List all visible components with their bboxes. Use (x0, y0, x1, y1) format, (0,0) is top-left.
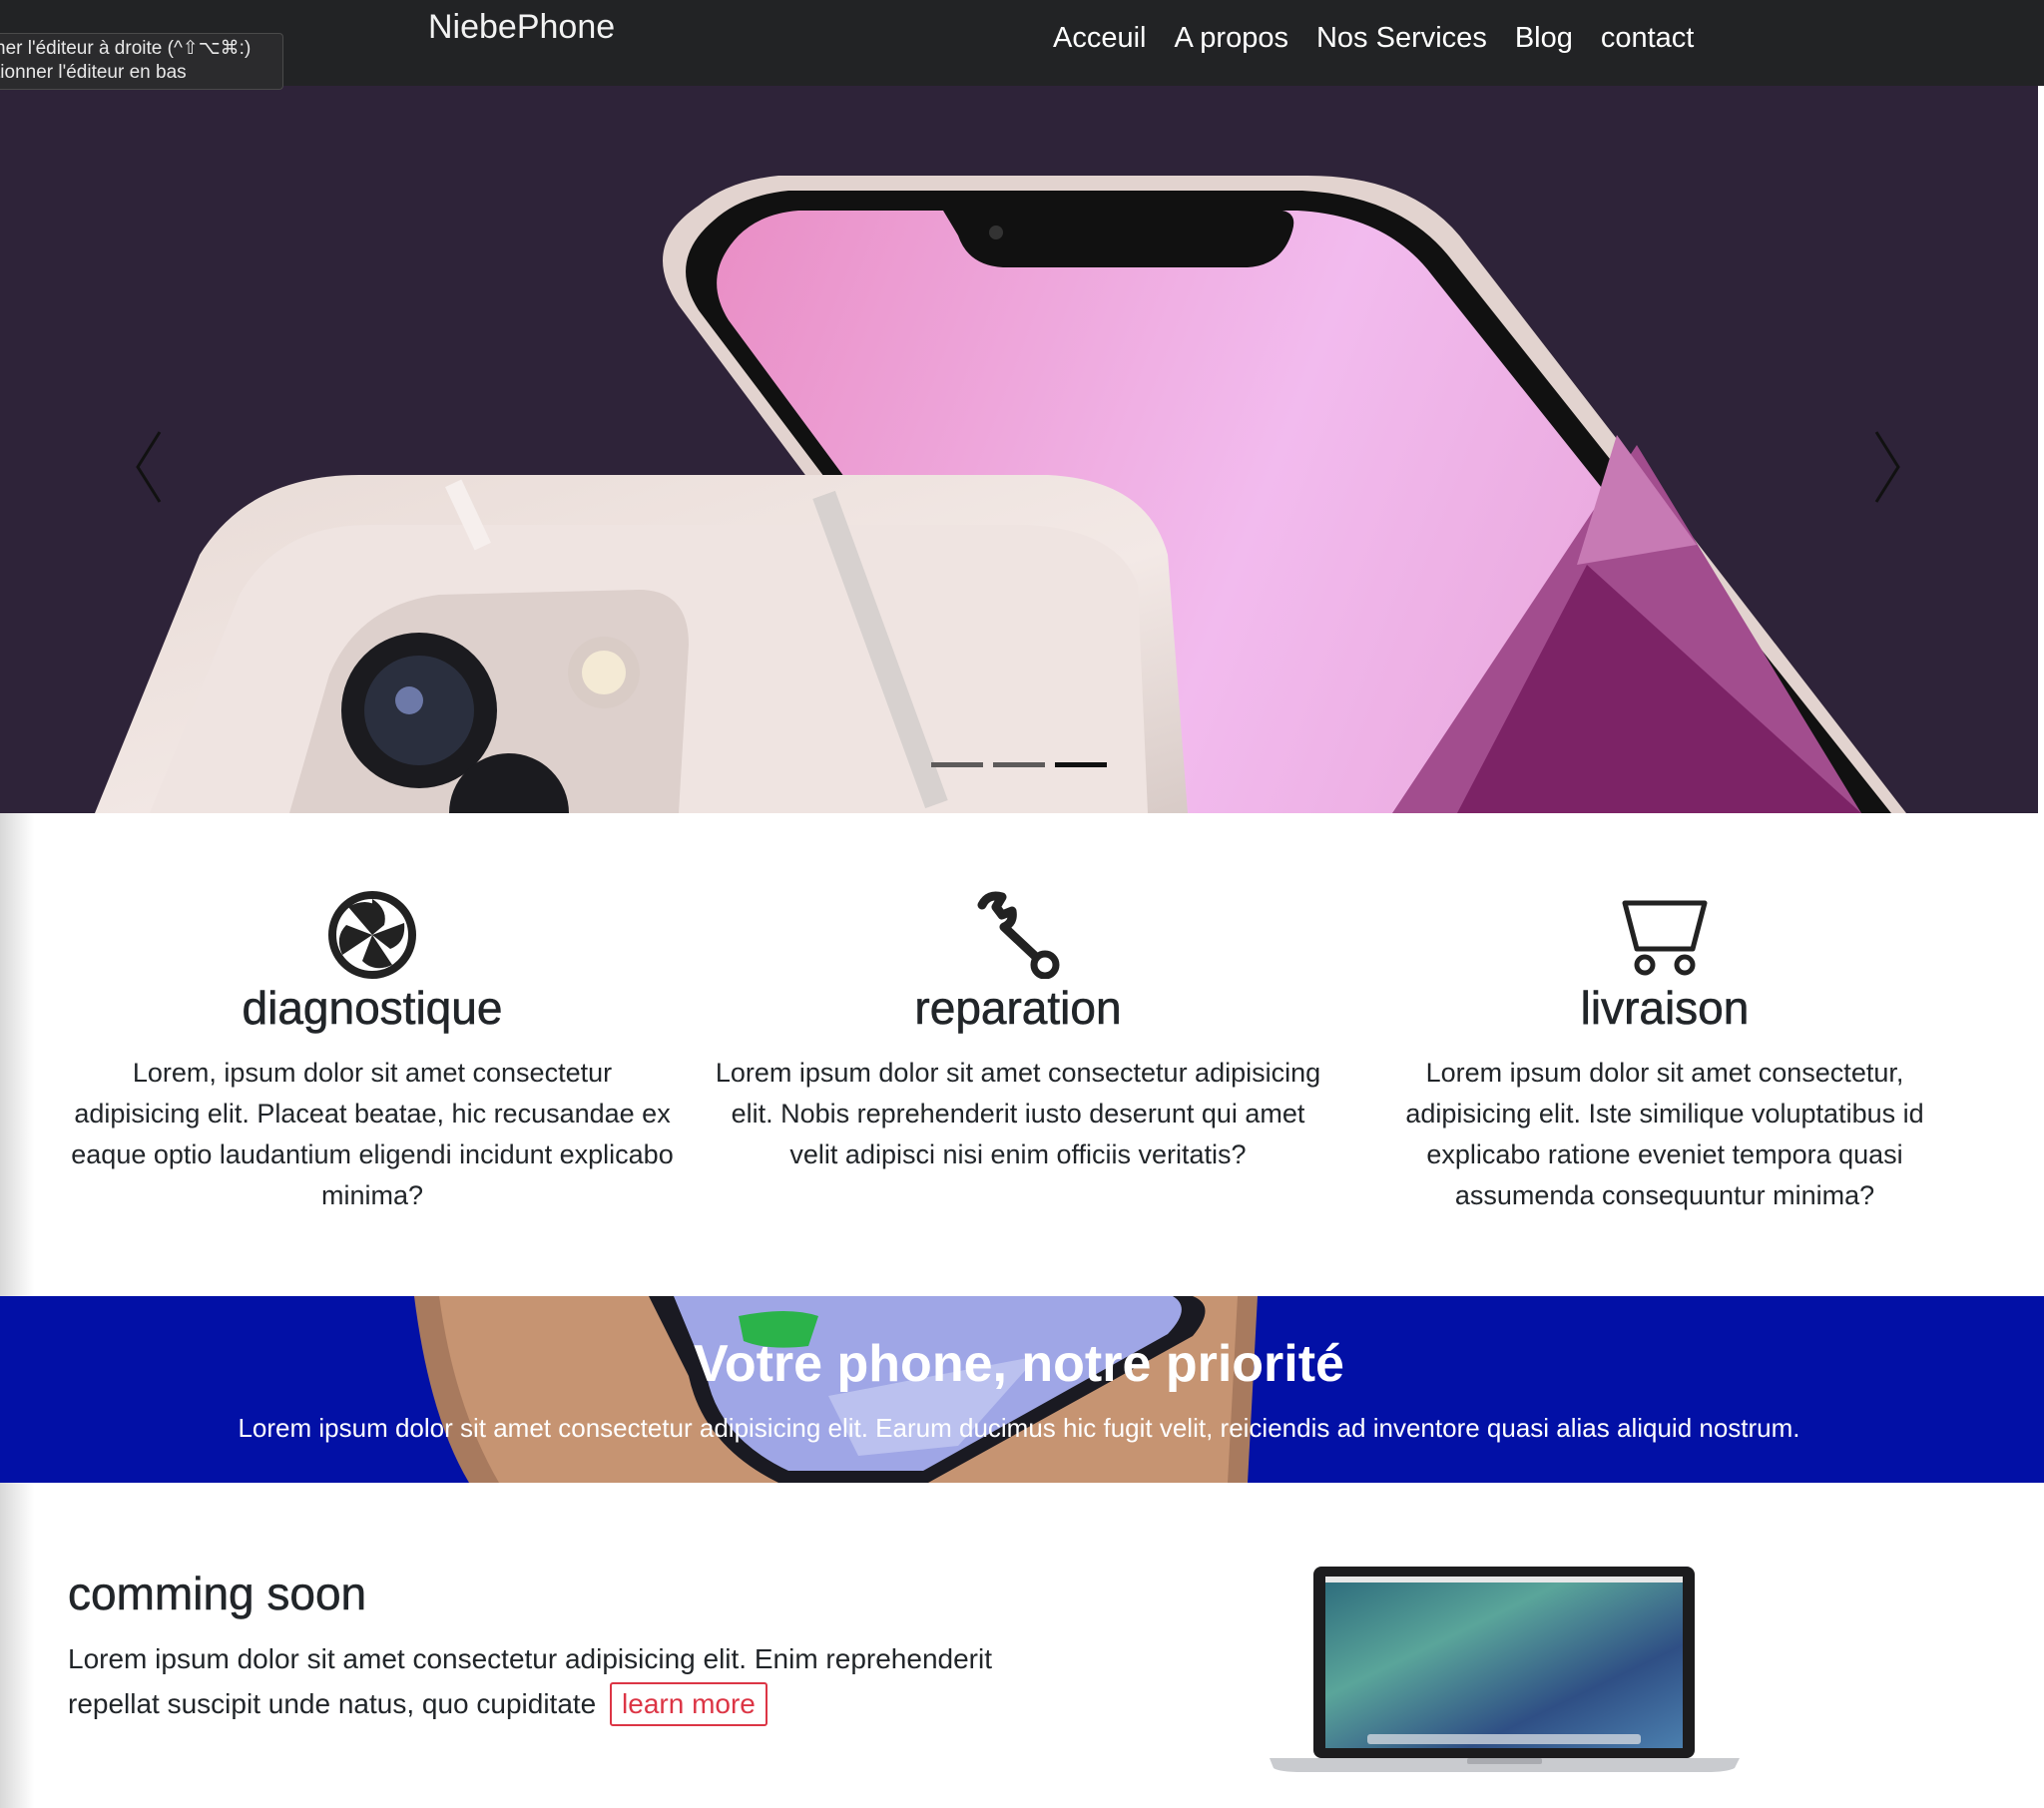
coming-soon-title: comming soon (68, 1568, 367, 1620)
aperture-icon (328, 891, 416, 979)
feature-diagnostique: diagnostique Lorem, ipsum dolor sit amet… (68, 891, 677, 1216)
banner-title: Votre phone, notre priorité (694, 1335, 1344, 1393)
coming-soon-text: Lorem ipsum dolor sit amet consectetur a… (68, 1636, 1026, 1726)
carousel-next-icon[interactable] (1856, 417, 1916, 517)
nav-link-nos-services[interactable]: Nos Services (1316, 22, 1487, 55)
phone-hero-image (95, 176, 1906, 813)
feature-title: diagnostique (242, 982, 503, 1035)
cart-icon (1622, 900, 1708, 976)
carousel-prev-icon[interactable] (120, 417, 180, 517)
brand-logo[interactable]: NiebePhone (428, 8, 615, 47)
nav-link-blog[interactable]: Blog (1515, 22, 1573, 55)
promo-banner: Votre phone, notre priorité Lorem ipsum … (0, 1296, 2044, 1483)
tooltip-line: ner l'éditeur à droite (^⇧⌥⌘:) (0, 38, 252, 59)
carousel-indicators (931, 762, 1117, 767)
feature-text: Lorem ipsum dolor sit amet consectetur a… (715, 1058, 1321, 1169)
wrench-icon (977, 891, 1060, 979)
carousel-indicator-1[interactable] (931, 762, 983, 767)
feature-title: livraison (1580, 982, 1750, 1035)
carousel-indicator-3[interactable] (1055, 762, 1107, 767)
banner-text: Lorem ipsum dolor sit amet consectetur a… (238, 1413, 1800, 1443)
feature-livraison: livraison Lorem ipsum dolor sit amet con… (1360, 891, 1969, 1216)
nav-link-acceuil[interactable]: Acceuil (1053, 22, 1147, 55)
nav-link-contact[interactable]: contact (1601, 22, 1695, 55)
editor-tooltip: ner l'éditeur à droite (^⇧⌥⌘:) tionner l… (0, 33, 283, 90)
nav-link-a-propos[interactable]: A propos (1175, 22, 1288, 55)
tooltip-line: tionner l'éditeur en bas (0, 62, 187, 83)
laptop-image (1270, 1567, 1740, 1772)
learn-more-button[interactable]: learn more (610, 1682, 767, 1726)
feature-title: reparation (914, 982, 1122, 1035)
features-section: diagnostique Lorem, ipsum dolor sit amet… (0, 813, 2044, 1297)
feature-reparation: reparation Lorem ipsum dolor sit amet co… (714, 891, 1322, 1175)
feature-text: Lorem, ipsum dolor sit amet consectetur … (71, 1058, 674, 1210)
feature-text: Lorem ipsum dolor sit amet consectetur, … (1405, 1058, 1924, 1210)
nav-links: Acceuil A propos Nos Services Blog conta… (1053, 22, 1722, 55)
carousel-indicator-2[interactable] (993, 762, 1045, 767)
coming-soon-body: Lorem ipsum dolor sit amet consectetur a… (68, 1643, 992, 1719)
hero-carousel (0, 86, 2038, 813)
navbar: NiebePhone Acceuil A propos Nos Services… (0, 0, 2044, 86)
